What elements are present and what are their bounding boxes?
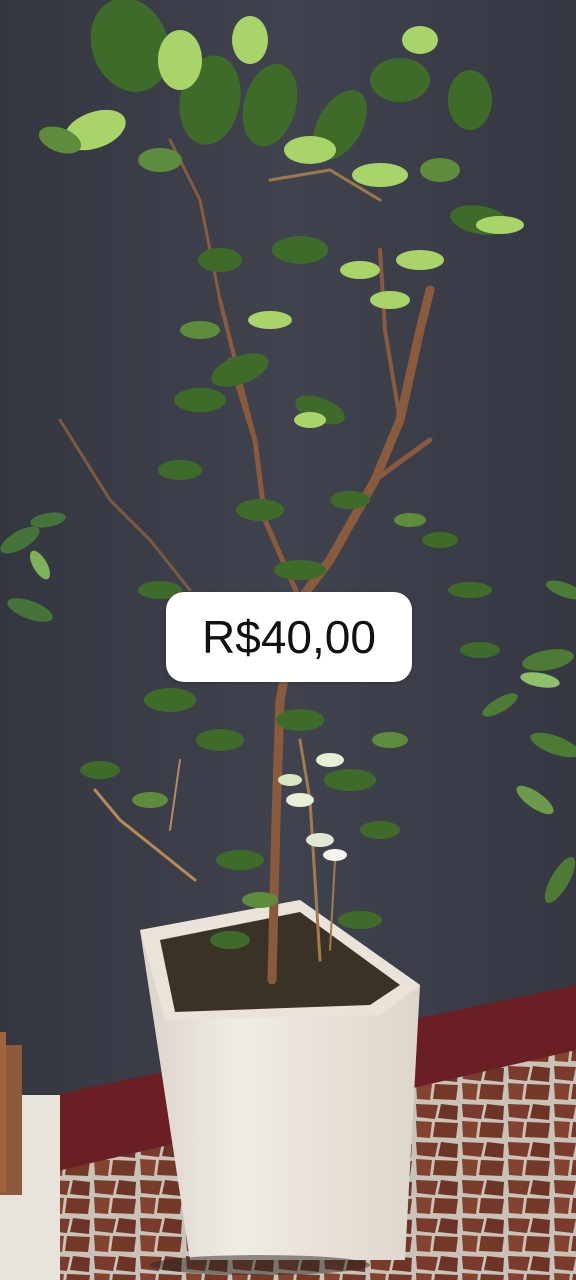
price-label: R$40,00: [202, 611, 376, 663]
price-tag: R$40,00: [166, 592, 412, 682]
plant-photo: R$40,00: [0, 0, 576, 1280]
